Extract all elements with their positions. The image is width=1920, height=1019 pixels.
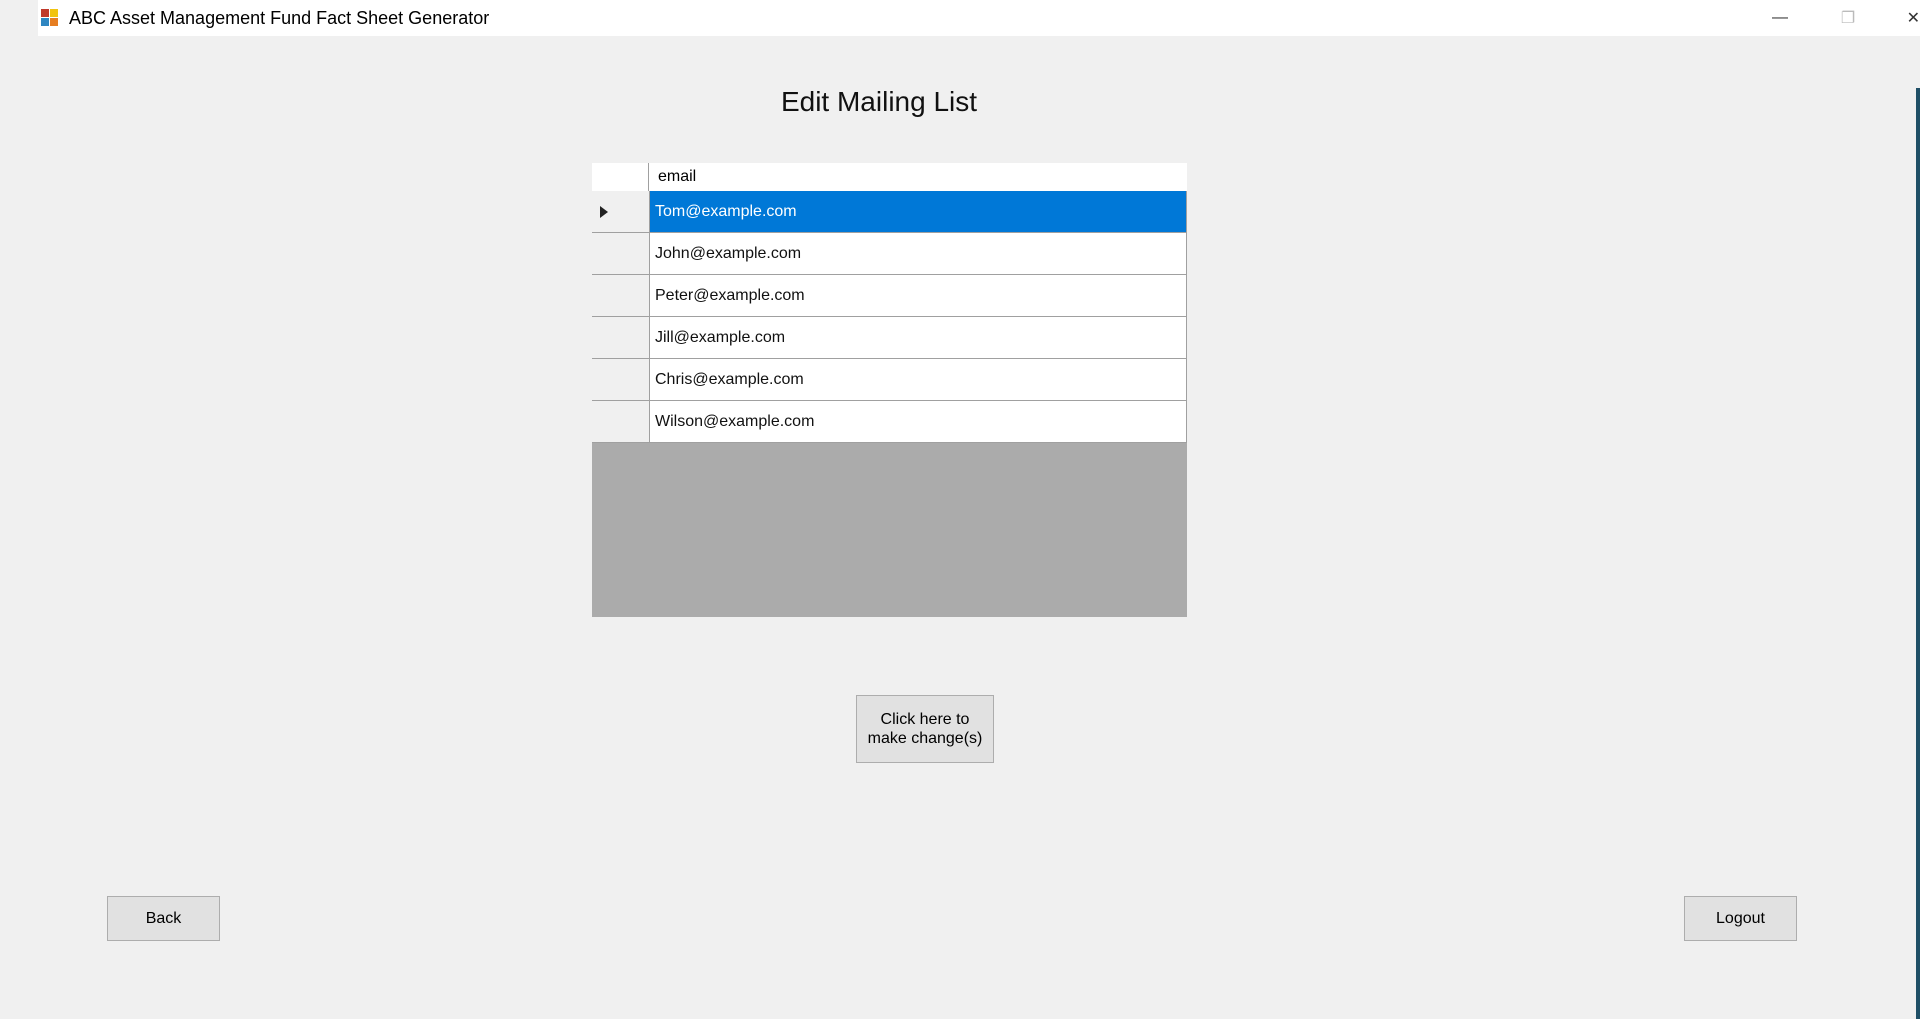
row-header[interactable] [592,401,650,443]
row-header[interactable] [592,359,650,401]
back-button[interactable]: Back [107,896,220,941]
window-title: ABC Asset Management Fund Fact Sheet Gen… [69,7,490,28]
left-edge [0,0,38,1019]
mailing-list-grid[interactable]: email Tom@example.com John@example.com Pet… [592,163,1187,617]
restore-icon[interactable]: ❐ [1814,0,1882,36]
minimize-icon[interactable]: — [1746,0,1814,36]
table-row[interactable]: Tom@example.com [592,191,1187,233]
email-cell[interactable]: Wilson@example.com [650,401,1187,443]
email-cell[interactable]: John@example.com [650,233,1187,275]
email-cell[interactable]: Jill@example.com [650,317,1187,359]
row-header[interactable] [592,233,650,275]
table-row[interactable]: Chris@example.com [592,359,1187,401]
grid-corner-header[interactable] [592,163,649,191]
table-row[interactable]: John@example.com [592,233,1187,275]
table-row[interactable]: Peter@example.com [592,275,1187,317]
page-title: Edit Mailing List [780,86,978,117]
grid-header: email [592,163,1187,191]
table-row[interactable]: Jill@example.com [592,317,1187,359]
email-cell[interactable]: Chris@example.com [650,359,1187,401]
close-icon[interactable]: ✕ [1882,0,1920,36]
window-edge [1916,88,1920,1019]
row-header[interactable] [592,191,650,233]
row-header[interactable] [592,275,650,317]
title-bar: ABC Asset Management Fund Fact Sheet Gen… [38,0,1920,36]
app-icon [40,8,60,28]
email-cell[interactable]: Peter@example.com [650,275,1187,317]
email-cell[interactable]: Tom@example.com [650,191,1187,233]
current-row-arrow-icon [600,205,608,218]
logout-button[interactable]: Logout [1684,896,1797,941]
row-header[interactable] [592,317,650,359]
email-column-header[interactable]: email [650,163,1187,191]
table-row[interactable]: Wilson@example.com [592,401,1187,443]
make-changes-button[interactable]: Click here to make change(s) [856,695,994,763]
